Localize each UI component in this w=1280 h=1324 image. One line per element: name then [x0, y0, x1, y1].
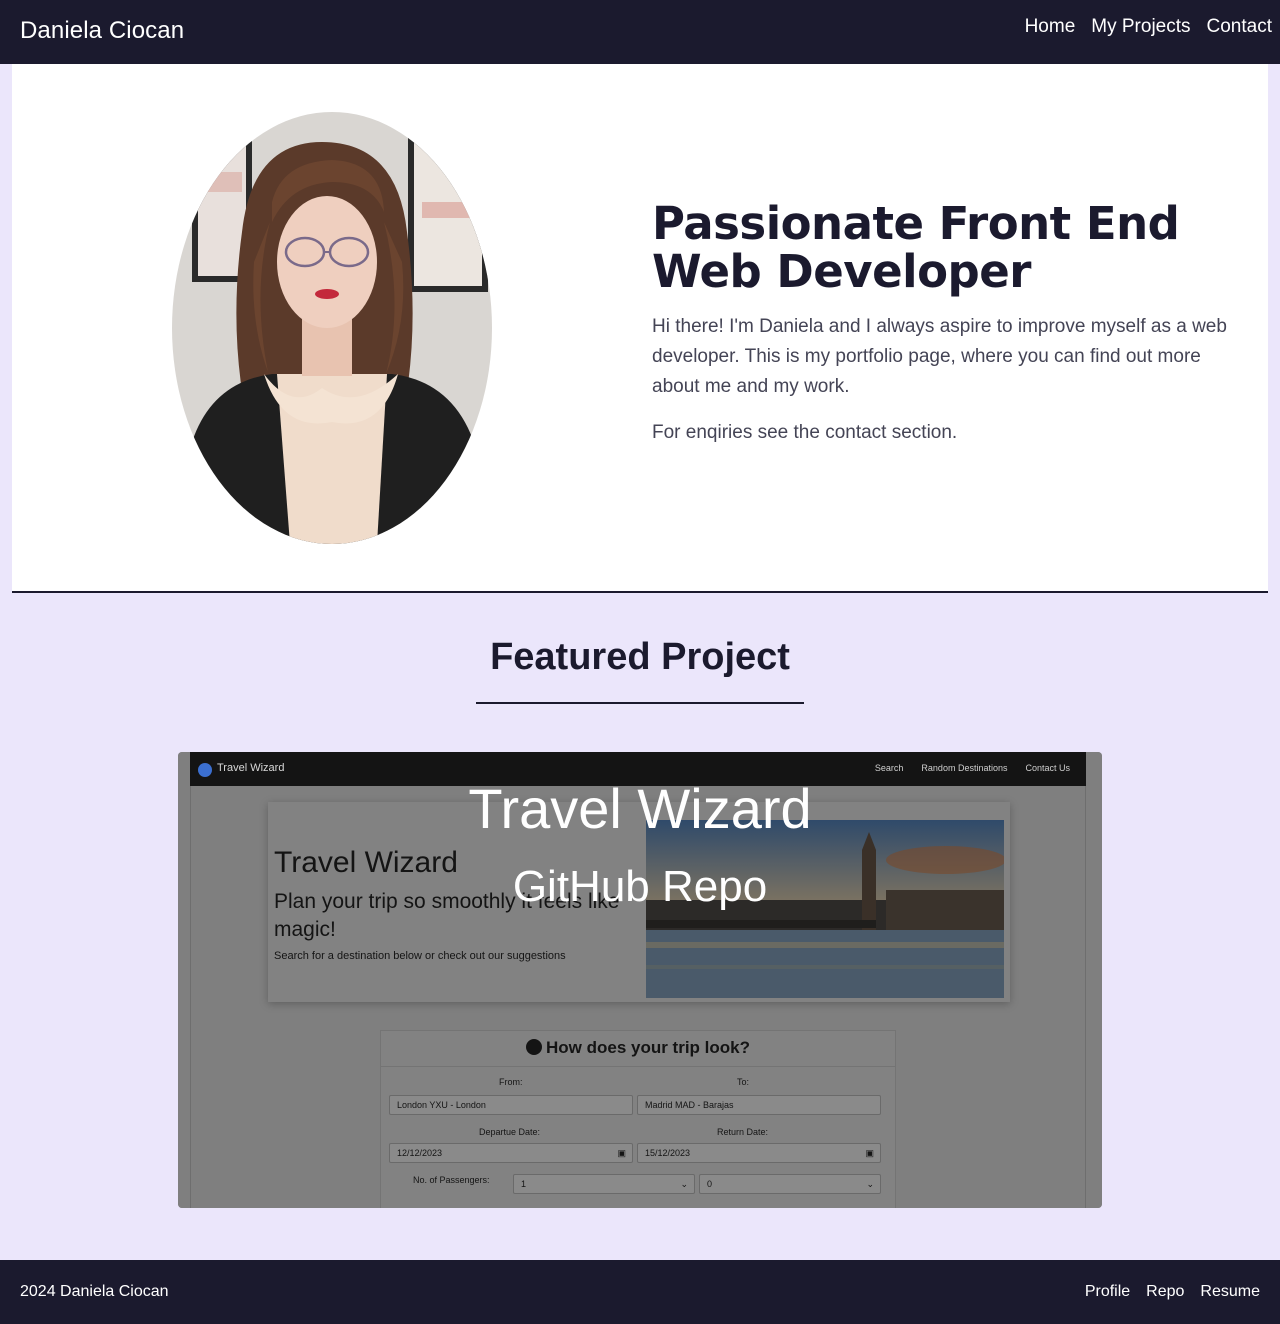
hero-enquiries: For enqiries see the contact section.: [652, 422, 958, 443]
nav-link-home[interactable]: Home: [1025, 16, 1076, 38]
footer-links: Profile Repo Resume: [1085, 1283, 1260, 1301]
github-repo-link[interactable]: GitHub Repo: [513, 862, 767, 911]
project-overlay: Travel Wizard GitHub Repo: [178, 752, 1102, 1208]
hero-text: Passionate Front End Web Developer Hi th…: [652, 200, 1252, 448]
nav-link-contact[interactable]: Contact: [1207, 16, 1272, 38]
copyright: 2024 Daniela Ciocan: [20, 1283, 169, 1300]
featured-title: Featured Project: [490, 636, 790, 678]
navbar: Daniela Ciocan Home My Projects Contact: [0, 0, 1280, 64]
portrait-illustration: [172, 112, 492, 544]
repo-link-wrap: GitHub Repo: [178, 862, 1102, 912]
nav-link-my-projects[interactable]: My Projects: [1091, 16, 1190, 38]
featured-divider: [476, 702, 804, 704]
hero-intro: Hi there! I'm Daniela and I always aspir…: [652, 316, 1227, 397]
hero-title: Passionate Front End Web Developer: [652, 197, 1180, 298]
footer-link-repo[interactable]: Repo: [1146, 1283, 1184, 1301]
footer: 2024 Daniela Ciocan Profile Repo Resume: [0, 1260, 1280, 1324]
brand[interactable]: Daniela Ciocan: [20, 17, 184, 45]
footer-link-resume[interactable]: Resume: [1200, 1283, 1260, 1301]
profile-photo: [172, 112, 492, 544]
footer-link-profile[interactable]: Profile: [1085, 1283, 1130, 1301]
nav-links: Home My Projects Contact: [1025, 16, 1272, 38]
hero-section: Passionate Front End Web Developer Hi th…: [12, 64, 1268, 593]
project-title: Travel Wizard: [468, 777, 812, 840]
featured-project-card[interactable]: Travel Wizard Search Random Destinations…: [178, 752, 1102, 1208]
